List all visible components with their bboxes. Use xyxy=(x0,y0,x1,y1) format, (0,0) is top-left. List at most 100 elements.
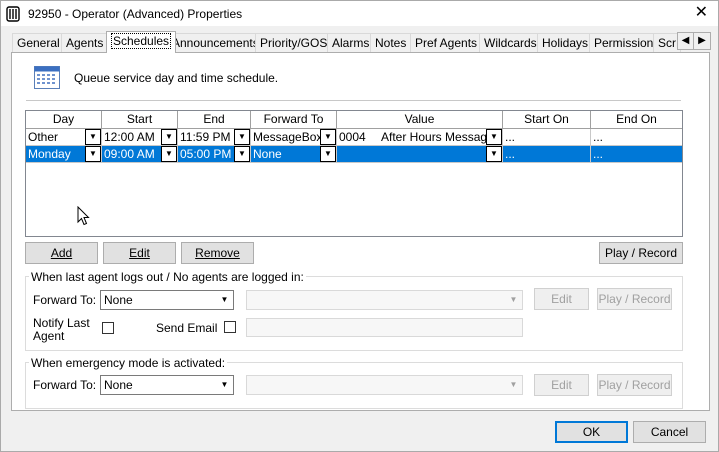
day-value: Monday xyxy=(28,147,71,161)
tab-alarms[interactable]: Alarms xyxy=(327,33,375,52)
tab-label: Holidays xyxy=(542,36,589,50)
column-header-end-on[interactable]: End On xyxy=(591,111,682,129)
play-record-label: Play / Record xyxy=(604,246,678,260)
tab-holidays[interactable]: Holidays xyxy=(537,33,594,52)
remove-button[interactable]: Remove xyxy=(181,242,254,264)
ok-label: OK xyxy=(582,425,601,439)
dropdown-arrow-icon[interactable]: ▼ xyxy=(85,129,101,145)
end-on-cell[interactable]: ... xyxy=(591,146,682,163)
dropdown-arrow-icon[interactable]: ▼ xyxy=(234,146,250,162)
emergency-edit-button[interactable]: Edit xyxy=(534,374,589,396)
tab-priority-gos[interactable]: Priority/GOS xyxy=(255,33,333,52)
chevron-right-icon[interactable]: ▶ xyxy=(694,33,710,49)
day-cell[interactable]: Other ▼ xyxy=(26,129,102,146)
emergency-forward-to-select[interactable]: None ▼ xyxy=(100,375,234,395)
notify-last-agent-checkbox[interactable] xyxy=(102,322,114,334)
edit-label: Edit xyxy=(551,292,572,306)
start-value: 12:00 AM xyxy=(104,130,155,144)
forward-to-cell[interactable]: None ▼ xyxy=(251,146,337,163)
last-agent-edit-button[interactable]: Edit xyxy=(534,288,589,310)
cancel-button[interactable]: Cancel xyxy=(633,421,706,443)
dropdown-arrow-icon[interactable]: ▼ xyxy=(320,146,336,162)
column-header-start-on[interactable]: Start On xyxy=(503,111,591,129)
phone-app-icon xyxy=(6,6,20,22)
column-header-end[interactable]: End xyxy=(178,111,251,129)
tab-pref-agents[interactable]: Pref Agents xyxy=(410,33,483,52)
column-header-value[interactable]: Value xyxy=(337,111,503,129)
page-description: Queue service day and time schedule. xyxy=(74,71,279,85)
remove-label: Remove xyxy=(195,246,240,260)
ok-button[interactable]: OK xyxy=(555,421,628,443)
play-record-label: Play / Record xyxy=(598,378,671,392)
tab-wildcards[interactable]: Wildcards xyxy=(479,33,542,52)
properties-window: 92950 - Operator (Advanced) Properties ✕… xyxy=(0,0,719,452)
send-email-checkbox[interactable] xyxy=(224,321,236,333)
chevron-down-icon: ▼ xyxy=(220,380,229,389)
schedule-grid[interactable]: Day Start End Forward To Value Start On … xyxy=(25,110,683,237)
day-cell[interactable]: Monday ▼ xyxy=(26,146,102,163)
schedules-page: Queue service day and time schedule. Day… xyxy=(11,52,710,411)
table-row[interactable]: Other ▼ 12:00 AM ▼ 11:59 PM ▼ MessageBox ▼ 0… xyxy=(26,129,682,146)
tab-label: Alarms xyxy=(332,36,370,50)
dropdown-arrow-icon[interactable]: ▼ xyxy=(161,129,177,145)
table-row-selected[interactable]: Monday ▼ 09:00 AM ▼ 05:00 PM ▼ None ▼ ▼ ... … xyxy=(26,146,682,163)
end-value: 11:59 PM xyxy=(180,130,231,144)
dropdown-arrow-icon[interactable]: ▼ xyxy=(486,146,502,162)
send-email-label: Send Email xyxy=(156,321,218,335)
start-on-cell[interactable]: ... xyxy=(503,129,591,146)
add-button[interactable]: Add xyxy=(25,242,98,264)
title-bar: 92950 - Operator (Advanced) Properties ✕ xyxy=(1,1,718,27)
tab-general[interactable]: General xyxy=(12,33,65,52)
forward-to-label: Forward To: xyxy=(33,378,97,392)
tab-label: Pref Agents xyxy=(415,36,478,50)
chevron-left-icon[interactable]: ◀ xyxy=(678,33,694,49)
tab-label: Permissions xyxy=(594,36,660,50)
chevron-down-icon: ▼ xyxy=(509,295,518,304)
tab-label: Agents xyxy=(66,36,104,50)
dropdown-arrow-icon[interactable]: ▼ xyxy=(234,129,250,145)
last-agent-forward-to-select[interactable]: None ▼ xyxy=(100,290,234,310)
end-on-cell[interactable]: ... xyxy=(591,129,682,146)
value-code: 0004 xyxy=(339,130,366,144)
last-agent-play-record-button[interactable]: Play / Record xyxy=(597,288,672,310)
value-cell[interactable]: ▼ xyxy=(337,146,503,163)
edit-label: Edit xyxy=(129,246,150,260)
last-agent-value-select[interactable]: ▼ xyxy=(246,290,523,310)
emergency-value-select[interactable]: ▼ xyxy=(246,375,523,395)
start-on-cell[interactable]: ... xyxy=(503,146,591,163)
start-cell[interactable]: 12:00 AM ▼ xyxy=(102,129,178,146)
play-record-button[interactable]: Play / Record xyxy=(599,242,683,264)
tab-label: Scr xyxy=(658,36,676,50)
emergency-play-record-button[interactable]: Play / Record xyxy=(597,374,672,396)
email-field[interactable] xyxy=(246,318,523,337)
end-cell[interactable]: 05:00 PM ▼ xyxy=(178,146,251,163)
tab-announcements[interactable]: Announcements xyxy=(167,33,264,52)
tab-agents[interactable]: Agents xyxy=(61,33,109,52)
edit-button[interactable]: Edit xyxy=(103,242,176,264)
column-header-start[interactable]: Start xyxy=(102,111,178,129)
tab-notes[interactable]: Notes xyxy=(370,33,412,52)
dropdown-arrow-icon[interactable]: ▼ xyxy=(486,129,502,145)
column-header-day[interactable]: Day xyxy=(26,111,102,129)
notify-last-agent-label-line2: Agent xyxy=(33,329,65,343)
end-on-value: ... xyxy=(593,147,604,161)
column-header-forward-to[interactable]: Forward To xyxy=(251,111,337,129)
end-value: 05:00 PM xyxy=(180,147,232,161)
grid-header: Day Start End Forward To Value Start On … xyxy=(26,111,682,129)
dropdown-arrow-icon[interactable]: ▼ xyxy=(320,129,336,145)
last-agent-group-title: When last agent logs out / No agents are… xyxy=(29,270,306,284)
end-cell[interactable]: 11:59 PM ▼ xyxy=(178,129,251,146)
value-cell[interactable]: 0004 After Hours Message ▼ xyxy=(337,129,503,146)
start-cell[interactable]: 09:00 AM ▼ xyxy=(102,146,178,163)
close-icon[interactable]: ✕ xyxy=(695,4,708,22)
start-on-value: ... xyxy=(505,147,516,161)
value-name: After Hours Message xyxy=(381,130,494,144)
calendar-icon xyxy=(34,66,60,89)
chevron-down-icon: ▼ xyxy=(509,380,518,389)
dropdown-arrow-icon[interactable]: ▼ xyxy=(85,146,101,162)
forward-to-cell[interactable]: MessageBox ▼ xyxy=(251,129,337,146)
edit-label: Edit xyxy=(551,378,572,392)
tab-schedules[interactable]: Schedules xyxy=(106,31,177,53)
tab-strip: General Agents Schedules Announcements P… xyxy=(12,31,711,53)
dropdown-arrow-icon[interactable]: ▼ xyxy=(161,146,177,162)
